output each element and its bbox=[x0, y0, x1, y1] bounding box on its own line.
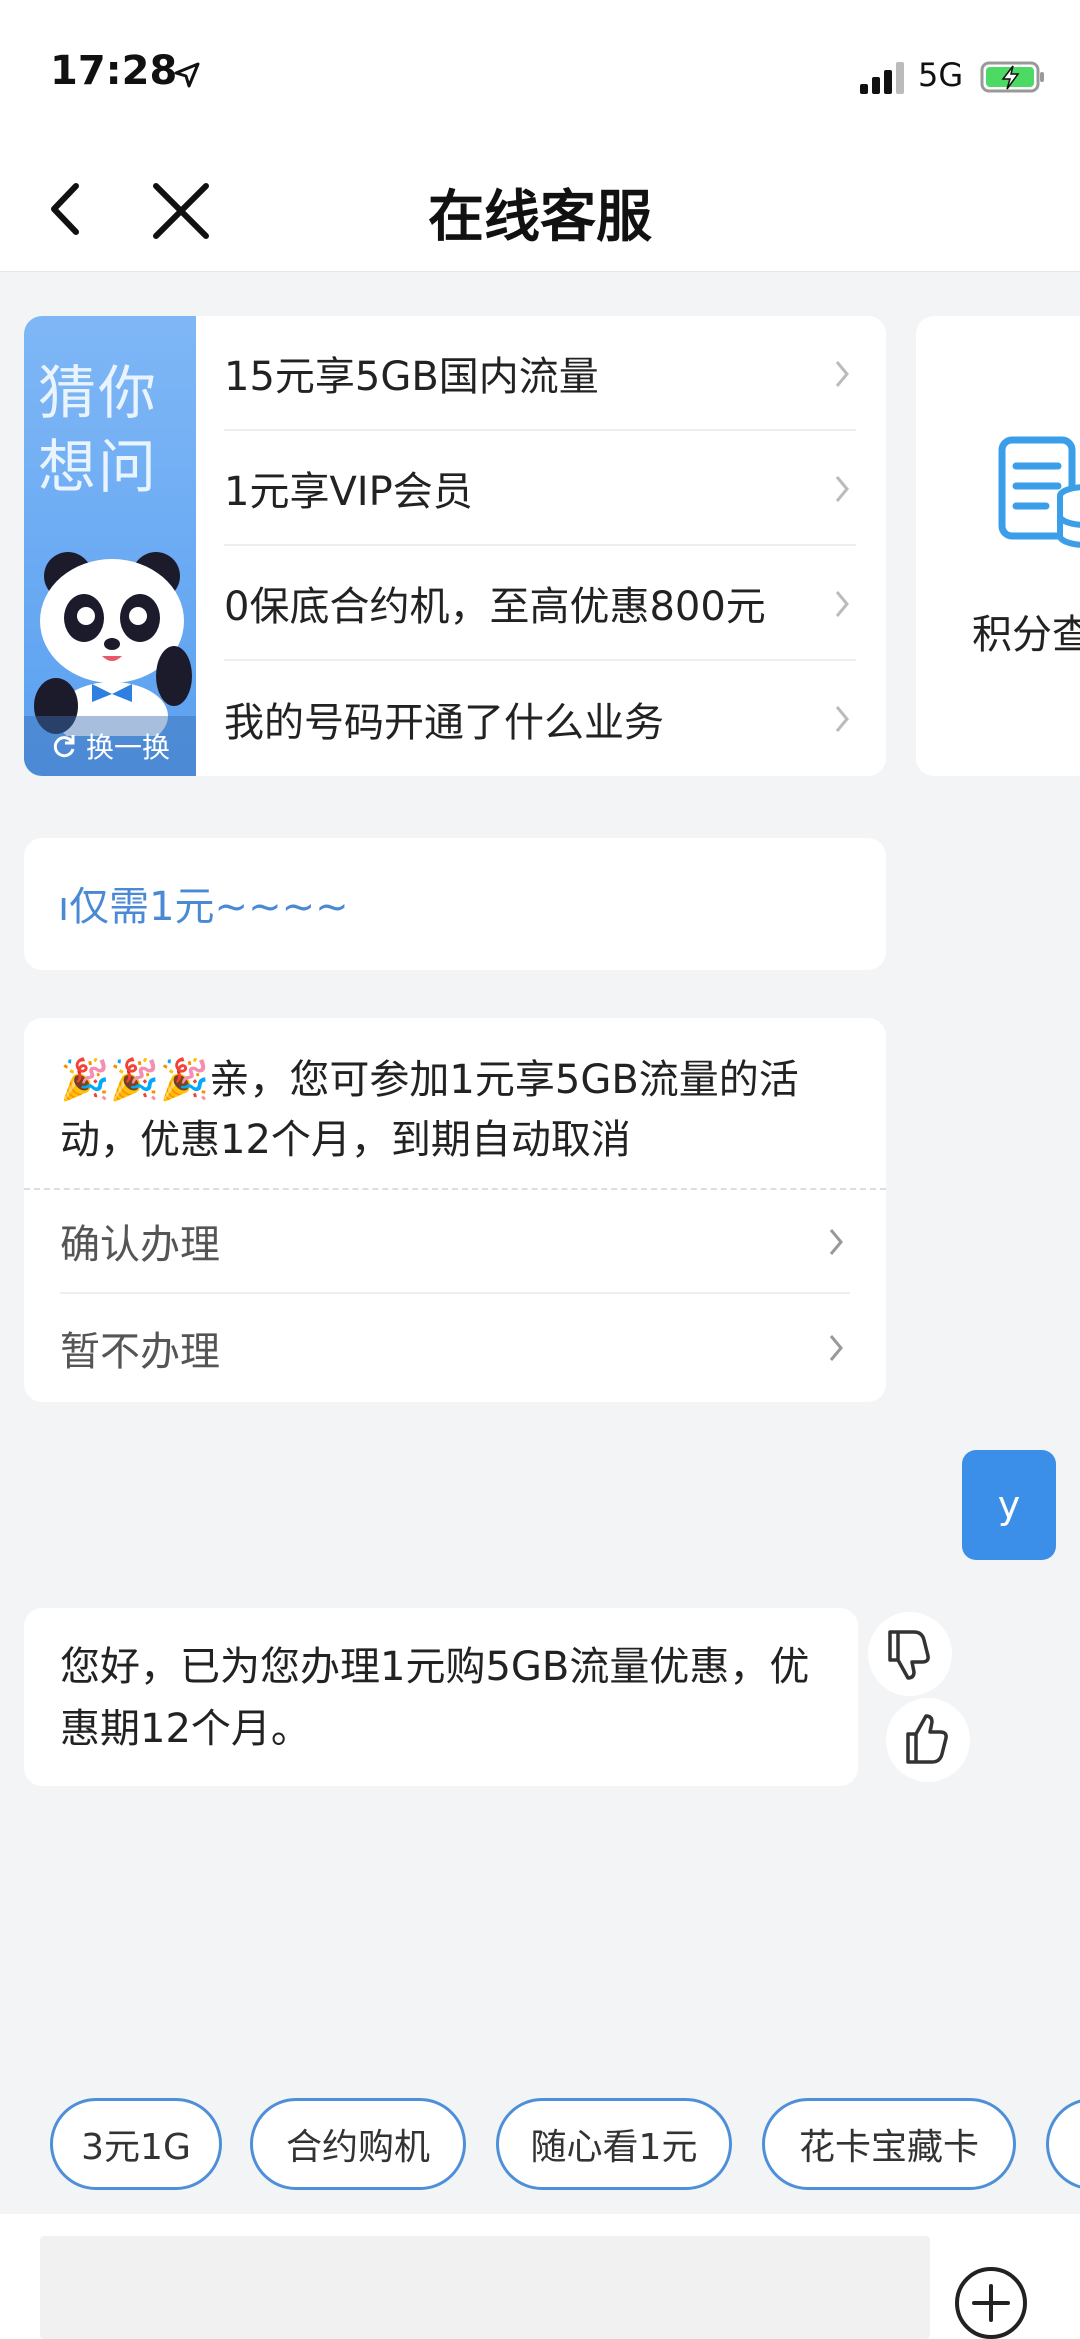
quick-chip[interactable] bbox=[1046, 2098, 1080, 2190]
battery-charging-icon bbox=[980, 61, 1044, 93]
network-label: 5G bbox=[918, 56, 964, 94]
reply-text: 您好，已为您办理1元购5GB流量优惠，优惠期12个月。 bbox=[60, 1644, 810, 1752]
chevron-right-icon bbox=[829, 1229, 843, 1255]
guess-item[interactable]: 1元享VIP会员 bbox=[224, 431, 856, 546]
message-input[interactable] bbox=[40, 2236, 930, 2339]
chevron-right-icon bbox=[835, 361, 849, 387]
points-query-label: 积分查 bbox=[972, 612, 1080, 658]
quick-chip-label: 合约购机 bbox=[285, 2127, 430, 2168]
promo-message: 🎉🎉🎉亲，您可参加1元享5GB流量的活动，优惠12个月，到期自动取消 确认办理 … bbox=[24, 1018, 886, 1402]
guess-item[interactable]: 我的号码开通了什么业务 bbox=[224, 661, 856, 776]
user-message: y bbox=[962, 1450, 1056, 1560]
status-bar: 17:28 5G bbox=[0, 0, 1080, 150]
quick-chip[interactable]: 合约购机 bbox=[250, 2098, 466, 2190]
panda-mascot-icon bbox=[34, 552, 192, 736]
refresh-icon bbox=[53, 735, 75, 758]
chevron-right-icon bbox=[835, 476, 849, 502]
quick-chip[interactable]: 3元1G bbox=[50, 2098, 222, 2190]
marquee-message: ı仅需1元~~~~ bbox=[24, 838, 886, 970]
points-query-card[interactable]: 积分查 bbox=[916, 316, 1080, 776]
party-popper-icon: 🎉🎉🎉 bbox=[60, 1057, 210, 1103]
quick-chip[interactable]: 花卡宝藏卡 bbox=[762, 2098, 1016, 2190]
page-title: 在线客服 bbox=[428, 185, 652, 250]
thumbs-up-icon bbox=[906, 1714, 948, 1764]
guess-side-banner: 猜你想问 换一换 bbox=[24, 316, 196, 776]
thumbs-down-button[interactable] bbox=[868, 1612, 952, 1696]
decline-option-label: 暂不办理 bbox=[60, 1329, 220, 1375]
chevron-right-icon bbox=[835, 591, 849, 617]
location-arrow-icon bbox=[174, 62, 200, 88]
refresh-button[interactable]: 换一换 bbox=[24, 716, 196, 776]
document-database-icon bbox=[998, 436, 1080, 548]
guess-item-label: 15元享5GB国内流量 bbox=[224, 353, 599, 400]
signal-icon bbox=[860, 62, 904, 94]
refresh-label: 换一换 bbox=[85, 731, 170, 764]
status-time: 17:28 bbox=[50, 48, 178, 94]
guess-item-label: 1元享VIP会员 bbox=[224, 468, 473, 515]
quick-chip[interactable]: 随心看1元 bbox=[496, 2098, 732, 2190]
thumbs-up-button[interactable] bbox=[886, 1698, 970, 1782]
quick-chip-label: 随心看1元 bbox=[530, 2127, 698, 2168]
input-bar bbox=[0, 2214, 1080, 2339]
confirm-option[interactable]: 确认办理 bbox=[60, 1190, 850, 1294]
nav-bar: 在线客服 bbox=[0, 150, 1080, 272]
promo-text: 🎉🎉🎉亲，您可参加1元享5GB流量的活动，优惠12个月，到期自动取消 bbox=[60, 1050, 860, 1170]
guess-item-label: 我的号码开通了什么业务 bbox=[224, 699, 664, 746]
guess-item[interactable]: 0保底合约机，至高优惠800元 bbox=[224, 546, 856, 661]
guess-card: 猜你想问 换一换 15元享5GB国内流量 1元享VIP会员 0保底合约机，至高优… bbox=[24, 316, 886, 776]
quick-chip-label: 3元1G bbox=[81, 2127, 191, 2168]
marquee-text: ı仅需1元~~~~ bbox=[58, 884, 349, 930]
chevron-right-icon bbox=[829, 1335, 843, 1361]
guess-item[interactable]: 15元享5GB国内流量 bbox=[224, 316, 856, 431]
reply-message: 您好，已为您办理1元购5GB流量优惠，优惠期12个月。 bbox=[24, 1608, 858, 1786]
guess-list: 15元享5GB国内流量 1元享VIP会员 0保底合约机，至高优惠800元 我的号… bbox=[224, 316, 886, 776]
thumbs-down-icon bbox=[888, 1630, 930, 1680]
quick-reply-chips: 3元1G 合约购机 随心看1元 花卡宝藏卡 bbox=[0, 2098, 1080, 2194]
guess-side-title: 猜你想问 bbox=[38, 359, 159, 501]
add-plus-icon[interactable] bbox=[952, 2264, 1030, 2339]
confirm-option-label: 确认办理 bbox=[60, 1222, 220, 1268]
decline-option[interactable]: 暂不办理 bbox=[60, 1296, 850, 1400]
user-message-text: y bbox=[997, 1483, 1021, 1527]
chevron-right-icon bbox=[835, 706, 849, 732]
quick-chip-label: 花卡宝藏卡 bbox=[798, 2127, 979, 2168]
guess-item-label: 0保底合约机，至高优惠800元 bbox=[224, 583, 766, 630]
